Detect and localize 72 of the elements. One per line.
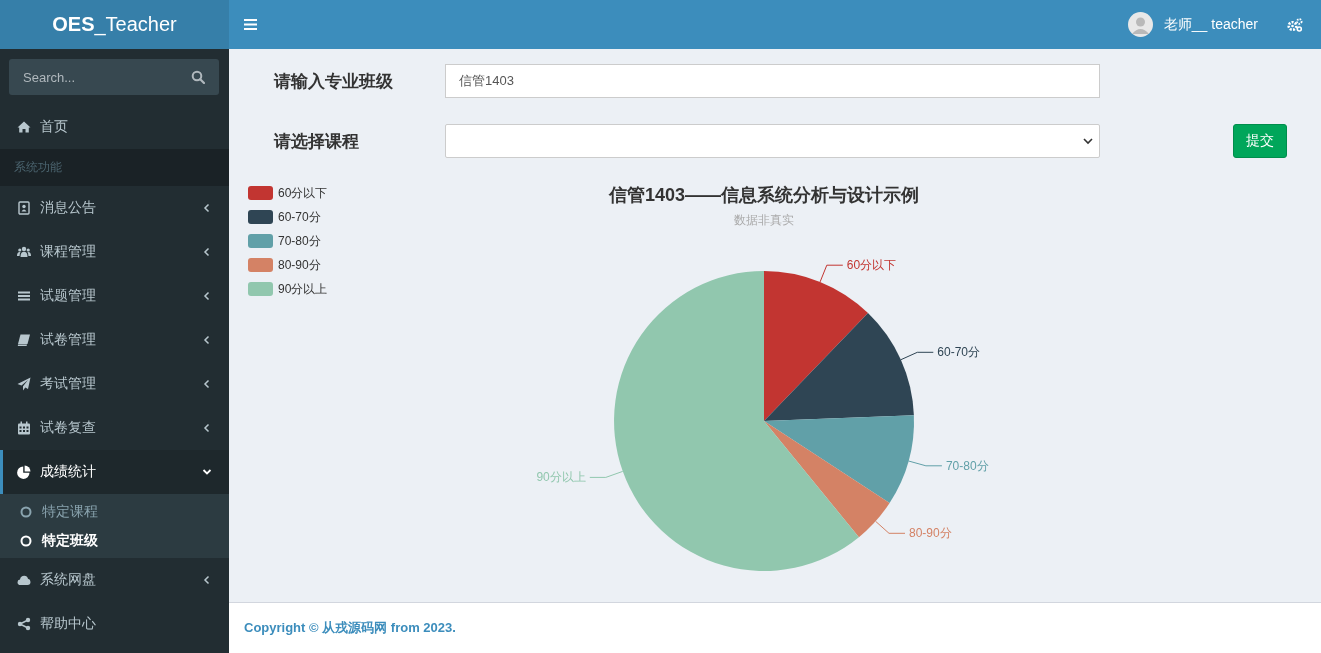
brand-logo[interactable]: OES_Teacher	[0, 0, 229, 49]
user-name[interactable]: 老师__ teacher	[1163, 15, 1258, 34]
course-label: 请选择课程	[272, 130, 360, 153]
chart-subtitle: 数据非真实	[734, 213, 794, 227]
slice-label: 70-80分	[945, 458, 989, 473]
legend-swatch[interactable]	[248, 258, 273, 272]
submenu-item[interactable]: 特定班级	[0, 526, 229, 555]
sidebar-item[interactable]: 首页	[0, 105, 229, 149]
slice-label: 90分以上	[536, 470, 586, 485]
pie-slice[interactable]	[764, 415, 914, 503]
nav-section-header: 系统功能	[0, 149, 229, 186]
chart-title: 信管1403——信息系统分析与设计示例	[609, 185, 919, 205]
circle-icon	[20, 505, 32, 518]
course-select[interactable]	[445, 124, 1100, 158]
chevron-icon	[202, 467, 212, 477]
calendar-icon	[17, 421, 31, 435]
menu-icon[interactable]	[244, 19, 257, 30]
pie-slice[interactable]	[614, 271, 859, 571]
leader-line	[875, 520, 906, 534]
pie-icon	[17, 465, 31, 479]
pie-slice[interactable]	[764, 271, 868, 421]
submenu-item[interactable]: 特定课程	[0, 497, 229, 526]
legend-label[interactable]: 60-70分	[278, 210, 321, 224]
legend-swatch[interactable]	[248, 234, 273, 248]
contact-icon	[17, 201, 31, 215]
chevron-icon	[202, 247, 212, 257]
sidebar-item[interactable]: 帮助中心	[0, 602, 229, 646]
leader-line	[908, 460, 943, 467]
sidebar-item[interactable]: 试卷复查	[0, 406, 229, 450]
circle-icon	[20, 534, 32, 547]
chevron-icon	[202, 203, 212, 213]
chevron-icon	[202, 335, 212, 345]
cloud-icon	[17, 573, 31, 587]
avatar-icon[interactable]	[1127, 12, 1153, 37]
sidebar-item[interactable]: 消息公告	[0, 186, 229, 230]
legend-label[interactable]: 70-80分	[278, 234, 321, 248]
leader-line	[900, 351, 934, 361]
sidebar-item[interactable]: 试题管理	[0, 274, 229, 318]
class-input[interactable]: 信管1403	[445, 64, 1100, 98]
legend-label[interactable]: 90分以上	[278, 282, 328, 296]
copyright-text: Copyright © 从戎源码网 from 2023.	[244, 619, 456, 637]
legend-label[interactable]: 80-90分	[278, 258, 321, 272]
caret-icon	[1083, 137, 1093, 145]
sidebar-item[interactable]: 成绩统计	[0, 450, 229, 494]
search-field[interactable]: Search...	[9, 59, 219, 95]
chevron-icon	[202, 423, 212, 433]
gears-icon[interactable]	[1287, 17, 1303, 32]
chevron-icon	[202, 379, 212, 389]
sidebar-item[interactable]: 课程管理	[0, 230, 229, 274]
class-label: 请输入专业班级	[272, 70, 394, 93]
plane-icon	[17, 377, 31, 391]
chevron-icon	[202, 291, 212, 301]
leader-line	[589, 470, 624, 478]
legend-label[interactable]: 60分以下	[278, 186, 328, 200]
sidebar-item[interactable]: 试卷管理	[0, 318, 229, 362]
legend-swatch[interactable]	[248, 186, 273, 200]
sidebar-item[interactable]: 考试管理	[0, 362, 229, 406]
leader-line	[819, 264, 844, 283]
list-icon	[17, 289, 31, 303]
pie-slice[interactable]	[764, 313, 914, 421]
sidebar-item[interactable]: 系统网盘	[0, 558, 229, 602]
legend-swatch[interactable]	[248, 210, 273, 224]
slice-label: 60-70分	[937, 345, 981, 360]
legend-swatch[interactable]	[248, 282, 273, 296]
book-icon	[17, 333, 31, 347]
search-icon[interactable]	[191, 70, 205, 84]
share-icon	[17, 617, 31, 631]
chevron-icon	[202, 575, 212, 585]
slice-label: 80-90分	[908, 526, 952, 541]
slice-label: 60分以下	[846, 258, 897, 273]
home-icon	[17, 120, 31, 134]
users-icon	[17, 245, 31, 259]
